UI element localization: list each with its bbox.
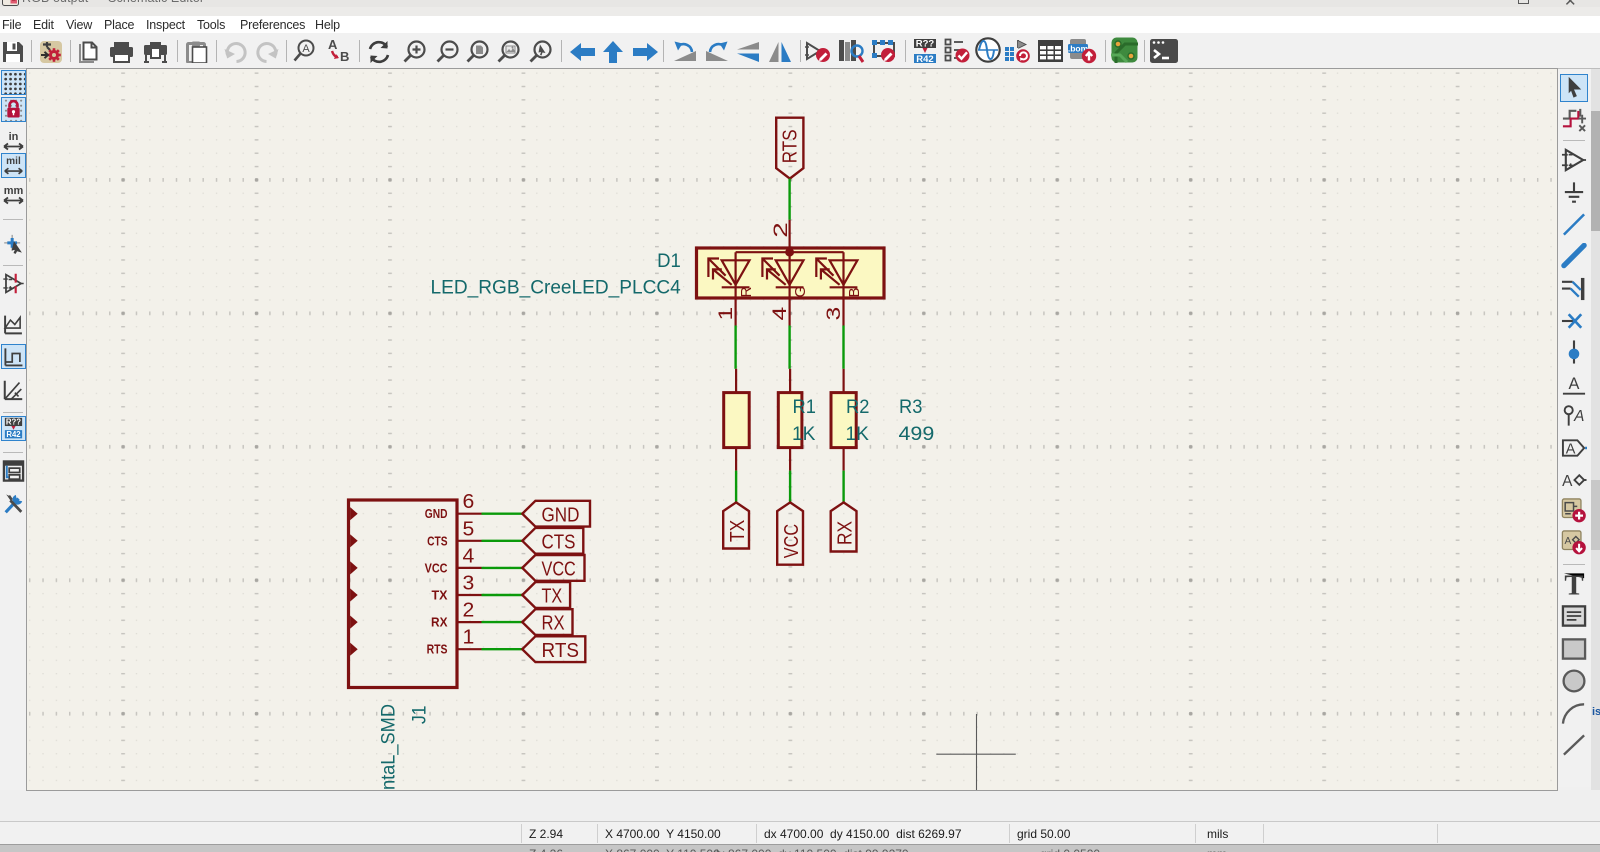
svg-text:1: 1 [463,627,475,649]
svg-text:5: 5 [463,518,475,540]
svg-text:TX: TX [726,519,749,542]
svg-text:mm: mm [4,185,24,197]
svg-text:A: A [1562,472,1573,489]
svg-text:RX: RX [431,616,448,630]
svg-text:VCC: VCC [425,561,448,575]
svg-text:1: 1 [716,307,737,321]
svg-text:CTS: CTS [427,534,447,548]
svg-text:4: 4 [770,306,791,320]
svg-text:GND: GND [542,503,580,526]
svg-text:J1: J1 [409,706,431,725]
svg-text:R2: R2 [846,396,869,418]
svg-text:A: A [328,39,338,52]
svg-text:RX: RX [542,612,565,635]
svg-text:A: A [1573,407,1584,424]
svg-text:VCC: VCC [780,524,803,559]
svg-text:3: 3 [824,307,845,321]
svg-text:CTS: CTS [542,530,576,553]
svg-text:2: 2 [771,222,792,238]
svg-text:2: 2 [463,600,475,622]
svg-text:R: R [738,287,755,298]
svg-text:ntaL_SMD: ntaL_SMD [378,704,400,790]
svg-text:499: 499 [899,423,935,445]
svg-text:A: A [1569,375,1580,393]
svg-text:mil: mil [6,156,21,167]
svg-text:3: 3 [463,573,475,595]
svg-text:RTS: RTS [542,639,580,662]
svg-text:A: A [1566,441,1576,457]
svg-text:R??: R?? [6,418,21,427]
svg-text:R42: R42 [6,430,21,439]
svg-text:D1: D1 [657,250,681,272]
svg-text:T: T [1564,571,1583,597]
svg-text:RX: RX [834,521,857,545]
svg-text:RTS: RTS [427,643,448,657]
svg-text:R3: R3 [899,396,922,418]
svg-text:R1: R1 [793,396,816,418]
svg-text:VCC: VCC [542,558,576,581]
svg-text:R??: R?? [916,39,935,50]
svg-text:6: 6 [463,491,475,513]
svg-text:1K: 1K [846,423,869,445]
svg-text:R42: R42 [916,54,933,64]
svg-text:TX: TX [542,585,563,608]
svg-text:B: B [846,287,863,297]
svg-text:LED_RGB_CreeLED_PLCC4: LED_RGB_CreeLED_PLCC4 [431,277,681,299]
svg-text:1K: 1K [792,423,815,445]
svg-text:A: A [1565,535,1572,546]
svg-text:B: B [340,49,349,63]
svg-text:4: 4 [463,545,475,567]
svg-text:in: in [9,131,19,143]
svg-text:G: G [792,286,809,298]
svg-text:TX: TX [432,589,449,603]
svg-text:GND: GND [425,507,448,521]
svg-text:A: A [302,43,310,55]
svg-text:RTS: RTS [779,129,802,163]
